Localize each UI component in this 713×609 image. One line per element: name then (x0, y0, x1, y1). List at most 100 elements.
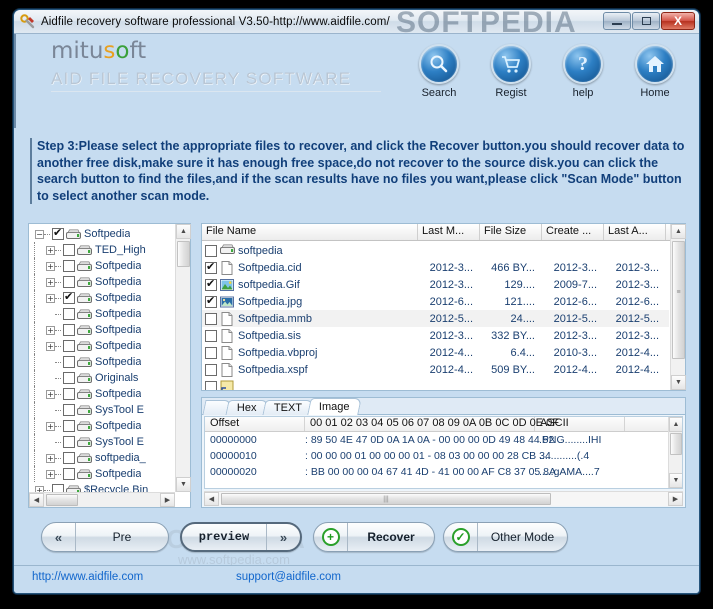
file-list-column-header[interactable]: Create ... (542, 224, 604, 240)
tree-node-checkbox[interactable] (63, 292, 75, 304)
tree-expand-button[interactable]: + (46, 262, 55, 271)
file-row-checkbox[interactable] (205, 313, 217, 325)
file-row-checkbox[interactable] (205, 330, 217, 342)
tree-node[interactable]: Softpedia (29, 354, 190, 370)
tree-node[interactable]: +softpedia_ (29, 450, 190, 466)
tree-hscroll-thumb[interactable] (46, 494, 78, 506)
tab-text[interactable]: TEXT (262, 400, 313, 415)
tree-node-checkbox[interactable] (63, 468, 75, 480)
folder-tree-panel[interactable]: −Softpedia+TED_High+Softpedia+Softpedia+… (28, 223, 191, 508)
footer-email-link[interactable]: support@aidfile.com (236, 571, 341, 583)
tree-expand-button[interactable]: + (46, 422, 55, 431)
file-row-checkbox[interactable] (205, 245, 217, 257)
tree-node-checkbox[interactable] (63, 452, 75, 464)
hex-scroll-down-button[interactable]: ▼ (669, 473, 683, 488)
tree-expand-button[interactable]: + (46, 326, 55, 335)
tree-node-checkbox[interactable] (63, 340, 75, 352)
maximize-button[interactable] (632, 12, 660, 30)
filelist-scroll-thumb[interactable]: ≡ (672, 241, 685, 359)
file-row-checkbox[interactable] (205, 364, 217, 376)
filelist-scroll-down-button[interactable]: ▼ (671, 375, 686, 390)
other-mode-button[interactable]: ✓ Other Mode (443, 522, 568, 552)
footer-website-link[interactable]: http://www.aidfile.com (32, 571, 143, 583)
tree-node-checkbox[interactable] (52, 228, 64, 240)
tree-node[interactable]: SysTool E (29, 434, 190, 450)
table-row[interactable]: Softpedia.vbproj2012-4...6.4...2010-3...… (202, 344, 669, 361)
hex-scroll-right-button[interactable]: ▶ (668, 492, 683, 506)
tree-scroll-right-button[interactable]: ▶ (160, 493, 175, 507)
tree-scroll-thumb[interactable] (177, 241, 190, 267)
hex-vertical-scrollbar[interactable]: ▲ ▼ (668, 417, 682, 488)
tree-node-checkbox[interactable] (63, 372, 75, 384)
pre-button[interactable]: « Pre (41, 522, 169, 552)
file-row-checkbox[interactable] (205, 347, 217, 359)
tree-vertical-scrollbar[interactable]: ▲ ▼ (175, 224, 190, 492)
tree-node-checkbox[interactable] (63, 244, 75, 256)
hex-view[interactable]: Offset 00 01 02 03 04 05 06 07 08 09 0A … (204, 416, 683, 489)
toolbar-button-search[interactable]: Search (413, 44, 465, 99)
table-row[interactable]: Softpedia.cid2012-3...466 BY...2012-3...… (202, 259, 669, 276)
file-list-column-header[interactable]: File Size (480, 224, 542, 240)
file-list-column-header[interactable]: Last A... (604, 224, 666, 240)
file-list-column-header[interactable]: Last M... (418, 224, 480, 240)
toolbar-button-home[interactable]: Home (629, 44, 681, 99)
filelist-vertical-scrollbar[interactable]: ▲ ≡ ▼ (670, 224, 685, 390)
hex-horizontal-scrollbar[interactable]: ◀ ||| ▶ (204, 491, 683, 506)
preview-tabs[interactable]: HexTEXTImage (202, 398, 685, 415)
file-row-checkbox[interactable] (205, 262, 217, 274)
tree-node[interactable]: +Softpedia (29, 338, 190, 354)
tree-expand-button[interactable]: + (46, 390, 55, 399)
tree-node[interactable]: Softpedia (29, 306, 190, 322)
preview-panel[interactable]: HexTEXTImage Offset 00 01 02 03 04 05 06… (201, 397, 686, 508)
hex-hscroll-thumb[interactable]: ||| (221, 493, 551, 505)
tab-image[interactable]: Image (307, 398, 361, 415)
file-list-panel[interactable]: File NameLast M...File SizeCreate ...Las… (201, 223, 686, 391)
tree-node[interactable]: +Softpedia (29, 258, 190, 274)
tree-node[interactable]: +Softpedia (29, 322, 190, 338)
tree-node-checkbox[interactable] (63, 308, 75, 320)
tree-node-checkbox[interactable] (63, 404, 75, 416)
tree-expand-button[interactable]: + (46, 470, 55, 479)
table-row[interactable]: softpedia.Gif2012-3...129....2009-7...20… (202, 276, 669, 293)
tree-expand-button[interactable]: + (46, 454, 55, 463)
tree-node[interactable]: +Softpedia (29, 466, 190, 482)
toolbar-button-help[interactable]: ? help (557, 44, 609, 99)
file-row-checkbox[interactable] (205, 381, 217, 391)
table-row[interactable]: softpedia (202, 242, 669, 259)
tree-node[interactable]: +Softpedia (29, 386, 190, 402)
tree-node[interactable]: Originals (29, 370, 190, 386)
tree-node[interactable]: SysTool E (29, 402, 190, 418)
tree-node[interactable]: +TED_High (29, 242, 190, 258)
file-list-rows[interactable]: softpediaSoftpedia.cid2012-3...466 BY...… (202, 242, 669, 390)
tree-node-checkbox[interactable] (63, 356, 75, 368)
preview-button[interactable]: preview » (180, 522, 302, 552)
filelist-scroll-up-button[interactable]: ▲ (671, 224, 686, 239)
close-button[interactable]: X (661, 12, 695, 30)
tree-horizontal-scrollbar[interactable]: ◀ ▶ (29, 492, 175, 507)
hex-scroll-left-button[interactable]: ◀ (204, 492, 219, 506)
hex-scroll-thumb[interactable] (670, 433, 682, 455)
tree-node[interactable]: +Softpedia (29, 274, 190, 290)
tree-node-checkbox[interactable] (63, 260, 75, 272)
hex-scroll-up-button[interactable]: ▲ (669, 417, 683, 432)
table-row[interactable]: Softpedia.jpg2012-6...121....2012-6...20… (202, 293, 669, 310)
tree-expand-button[interactable]: + (46, 294, 55, 303)
tree-expand-button[interactable]: + (46, 246, 55, 255)
tree-node-checkbox[interactable] (63, 388, 75, 400)
tree-node-checkbox[interactable] (63, 324, 75, 336)
file-row-checkbox[interactable] (205, 296, 217, 308)
tree-collapse-button[interactable]: − (35, 230, 44, 239)
table-row-partial[interactable] (202, 378, 669, 390)
folder-tree[interactable]: −Softpedia+TED_High+Softpedia+Softpedia+… (29, 224, 190, 507)
toolbar-button-regist[interactable]: Regist (485, 44, 537, 99)
minimize-button[interactable] (603, 12, 631, 30)
table-row[interactable]: Softpedia.sis2012-3...332 BY...2012-3...… (202, 327, 669, 344)
tree-node-checkbox[interactable] (63, 420, 75, 432)
tree-node[interactable]: +Softpedia (29, 290, 190, 306)
file-list-column-header[interactable]: File Name (202, 224, 418, 240)
tree-node[interactable]: +Softpedia (29, 418, 190, 434)
table-row[interactable]: Softpedia.mmb2012-5...24....2012-5...201… (202, 310, 669, 327)
tree-node-checkbox[interactable] (63, 276, 75, 288)
table-row[interactable]: Softpedia.xspf2012-4...509 BY...2012-4..… (202, 361, 669, 378)
recover-button[interactable]: + Recover (313, 522, 435, 552)
